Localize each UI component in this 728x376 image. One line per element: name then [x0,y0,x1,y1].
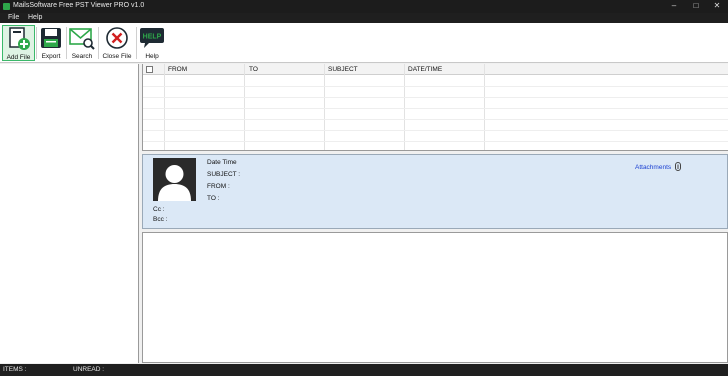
row-divider [143,119,728,120]
folder-tree-pane[interactable] [0,64,139,363]
export-icon [38,26,64,50]
maximize-button[interactable]: □ [686,0,706,12]
mail-list-header: FROM TO SUBJECT DATE/TIME [143,64,728,75]
export-label: Export [41,53,61,60]
subject-label: SUBJECT : [207,171,241,178]
column-header-subject[interactable]: SUBJECT [328,66,358,73]
app-icon [3,3,10,10]
menu-help[interactable]: Help [28,14,42,21]
menu-file[interactable]: File [8,14,19,21]
add-file-label: Add File [6,54,31,61]
paperclip-icon[interactable] [674,162,682,171]
row-divider [143,130,728,131]
window-title: MailsSoftware Free PST Viewer PRO v1.0 [13,2,145,9]
cc-label: Cc : [153,206,165,213]
bcc-label: Bcc : [153,216,168,223]
search-mail-icon [69,26,95,50]
row-divider [143,86,728,87]
add-file-icon [6,27,32,51]
toolbar-divider [136,27,137,59]
close-icon [104,26,130,50]
help-label: Help [145,53,159,60]
mail-header-panel: Date Time SUBJECT : FROM : TO : Cc : Bcc… [142,154,728,229]
minimize-button[interactable]: – [664,0,684,12]
menu-bar: File Help [0,13,728,23]
export-button[interactable]: Export [37,25,65,61]
help-icon: HELP [139,26,165,50]
status-bar: ITEMS : UNREAD : [0,364,728,376]
add-file-button[interactable]: Add File [2,25,35,61]
date-time-label: Date Time [207,159,237,166]
row-divider [143,141,728,142]
mail-body-viewer[interactable] [142,232,728,363]
column-header-from[interactable]: FROM [168,66,187,73]
help-button[interactable]: HELP Help [138,25,166,61]
mail-list[interactable]: FROM TO SUBJECT DATE/TIME [142,64,728,151]
close-file-label: Close File [102,53,132,60]
avatar [153,158,196,201]
column-header-date-time[interactable]: DATE/TIME [408,66,442,73]
title-bar: MailsSoftware Free PST Viewer PRO v1.0 –… [0,0,728,13]
to-label: TO : [207,195,220,202]
close-file-button[interactable]: Close File [99,25,135,61]
toolbar: Add File Export Search Close File HELP H… [0,23,728,63]
attachments-link[interactable]: Attachments [635,164,671,171]
items-count: ITEMS : [3,366,27,373]
row-divider [143,97,728,98]
search-label: Search [71,53,93,60]
search-button[interactable]: Search [67,25,97,61]
column-header-to[interactable]: TO [249,66,258,73]
close-window-button[interactable]: ✕ [707,0,727,12]
unread-count: UNREAD : [73,366,105,373]
select-all-checkbox[interactable] [146,66,153,73]
from-label: FROM : [207,183,230,190]
help-icon-text: HELP [143,34,162,41]
row-divider [143,108,728,109]
